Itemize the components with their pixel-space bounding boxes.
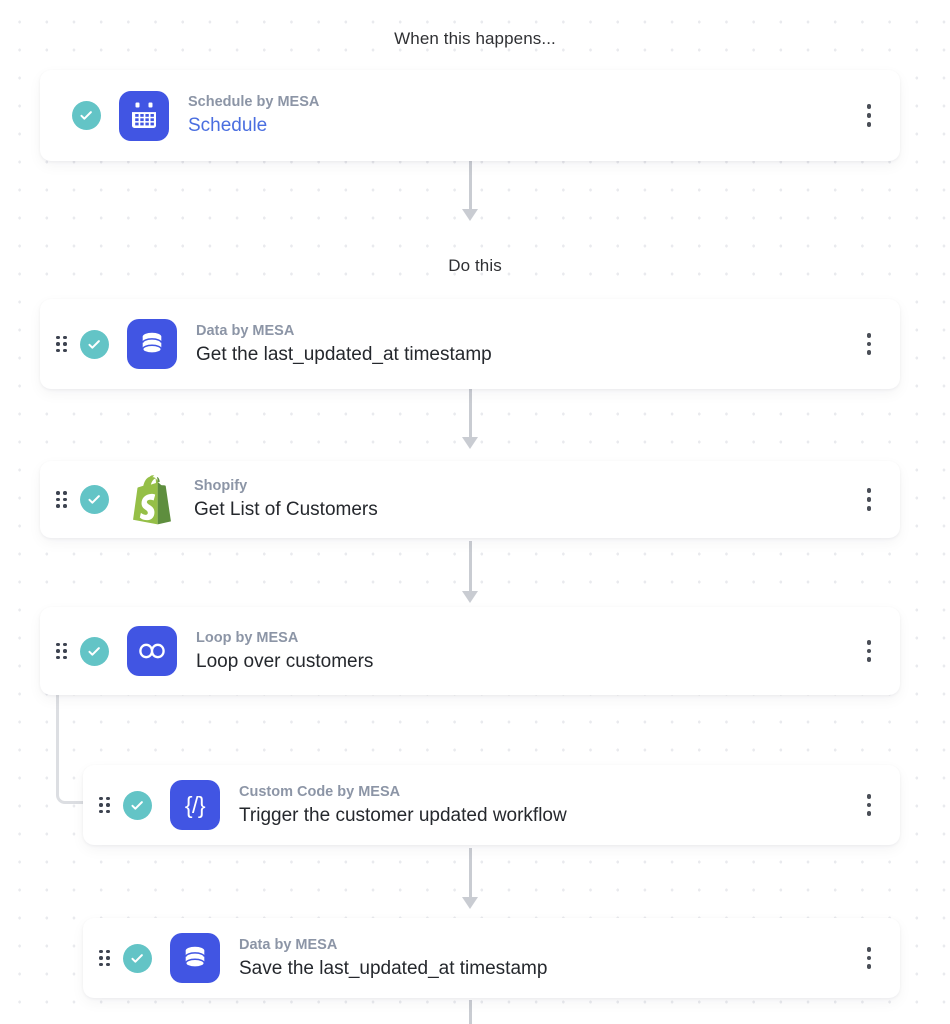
card-text-block: Data by MESA Save the last_updated_at ti… xyxy=(239,935,856,982)
status-complete-icon xyxy=(80,485,109,514)
card-text-block: Shopify Get List of Customers xyxy=(194,476,856,523)
kebab-menu-icon[interactable] xyxy=(856,329,882,359)
connector-arrow-1 xyxy=(462,209,478,221)
card-app-name: Shopify xyxy=(194,478,248,495)
status-complete-icon xyxy=(80,636,109,666)
workflow-step-card[interactable]: Data by MESA Get the last_updated_at tim… xyxy=(40,299,900,389)
connector-arrow-2 xyxy=(462,437,478,449)
card-step-title[interactable]: Get the last_updated_at timestamp xyxy=(196,342,856,368)
workflow-step-card[interactable]: Loop by MESA Loop over customers xyxy=(40,607,900,695)
card-app-name: Loop by MESA xyxy=(196,629,299,646)
drag-handle-icon[interactable] xyxy=(99,796,110,814)
database-icon xyxy=(127,319,177,369)
kebab-menu-icon[interactable] xyxy=(856,485,882,515)
workflow-step-card-nested[interactable]: {/} Custom Code by MESA Trigger the cust… xyxy=(83,765,900,845)
action-section-label: Do this xyxy=(448,256,502,275)
shopify-bag-icon xyxy=(127,474,177,525)
card-app-name: Data by MESA xyxy=(196,322,295,339)
database-icon xyxy=(170,933,220,983)
workflow-step-card[interactable]: Shopify Get List of Customers xyxy=(40,461,900,538)
kebab-menu-icon[interactable] xyxy=(856,790,882,820)
card-step-title[interactable]: Save the last_updated_at timestamp xyxy=(239,956,856,982)
workflow-step-card-nested[interactable]: Data by MESA Save the last_updated_at ti… xyxy=(83,918,900,998)
status-complete-icon xyxy=(72,101,101,130)
card-step-title[interactable]: Loop over customers xyxy=(196,649,856,675)
drag-handle-icon[interactable] xyxy=(99,949,110,967)
card-text-block: Loop by MESA Loop over customers xyxy=(196,628,856,675)
card-app-name: Schedule by MESA xyxy=(188,94,320,111)
drag-handle-icon[interactable] xyxy=(56,491,67,508)
workflow-builder: When this happens... Do this Schedule by… xyxy=(0,0,950,1024)
card-text-block: Schedule by MESA Schedule xyxy=(188,92,856,139)
code-braces-glyph: {/} xyxy=(184,791,206,818)
kebab-menu-icon[interactable] xyxy=(856,101,882,131)
card-text-block: Data by MESA Get the last_updated_at tim… xyxy=(196,321,856,368)
kebab-menu-icon[interactable] xyxy=(856,943,882,973)
calendar-icon xyxy=(119,90,169,141)
connector-line-4 xyxy=(469,848,472,903)
connector-arrow-4 xyxy=(462,897,478,909)
connector-line-2 xyxy=(469,388,472,443)
status-complete-icon xyxy=(123,943,152,973)
connector-line-5 xyxy=(469,1000,472,1024)
connector-arrow-3 xyxy=(462,591,478,603)
infinity-icon xyxy=(127,626,177,676)
connector-line-1 xyxy=(469,160,472,215)
card-step-title[interactable]: Get List of Customers xyxy=(194,497,856,523)
status-complete-icon xyxy=(80,329,109,359)
trigger-section-label: When this happens... xyxy=(394,29,556,48)
status-complete-icon xyxy=(123,790,152,820)
connector-line-3 xyxy=(469,541,472,597)
drag-handle-icon[interactable] xyxy=(56,335,67,353)
custom-code-icon: {/} xyxy=(170,780,220,830)
drag-handle-icon[interactable] xyxy=(56,642,67,660)
card-text-block: Custom Code by MESA Trigger the customer… xyxy=(239,782,856,829)
workflow-step-card[interactable]: Schedule by MESA Schedule xyxy=(40,70,900,161)
card-step-title[interactable]: Schedule xyxy=(188,113,856,139)
card-app-name: Custom Code by MESA xyxy=(239,783,401,800)
kebab-menu-icon[interactable] xyxy=(856,636,882,666)
card-step-title[interactable]: Trigger the customer updated workflow xyxy=(239,803,856,829)
card-app-name: Data by MESA xyxy=(239,936,338,953)
